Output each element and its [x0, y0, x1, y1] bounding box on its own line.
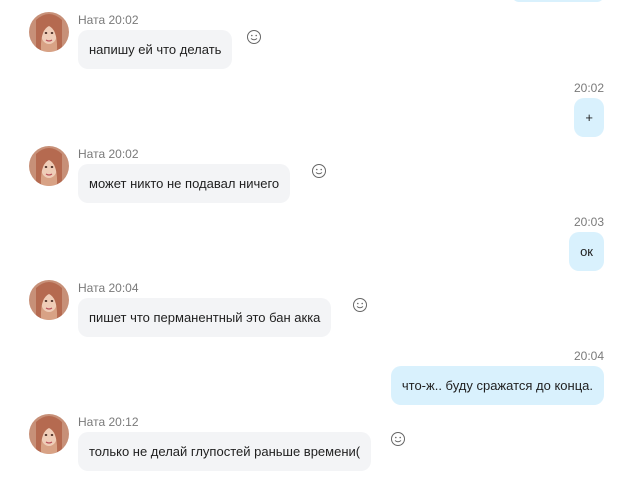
message-bubble: только не делай глупостей раньше времени… — [78, 432, 372, 471]
message-bubble: пишет что перманентный это бан акка — [78, 298, 332, 337]
message-time: 20:02 — [573, 81, 604, 95]
avatar-photo — [29, 146, 69, 186]
message-text: напишу ей что делать — [89, 42, 222, 57]
avatar[interactable] — [29, 414, 69, 454]
outgoing-bubble-partial — [512, 0, 604, 2]
chat-view: Ната 20:02 напишу ей что делать 20:02 + — [0, 0, 622, 472]
avatar-photo — [29, 414, 69, 454]
message-time: 20:03 — [573, 215, 604, 229]
smiley-face-icon[interactable] — [390, 431, 406, 447]
message-text: + — [585, 110, 593, 125]
outgoing-message: 20:04 что-ж.. буду сражатся до конца. — [364, 349, 604, 419]
avatar[interactable] — [29, 280, 69, 320]
message-time: 20:02 — [108, 13, 139, 27]
message-text: что-ж.. буду сражатся до конца. — [401, 378, 593, 393]
message-text: может никто не подавал ничего — [89, 176, 280, 191]
avatar-photo — [29, 12, 69, 52]
message-meta: Ната 20:02 — [78, 13, 139, 27]
message-time: 20:04 — [108, 281, 139, 295]
message-text: только не делай глупостей раньше времени… — [89, 444, 361, 459]
outgoing-message: 20:03 ок — [554, 215, 604, 285]
avatar[interactable] — [29, 146, 69, 186]
sender-name: Ната — [78, 147, 106, 161]
incoming-message: Ната 20:04 пишет что перманентный это ба… — [0, 280, 600, 360]
message-time: 20:02 — [108, 147, 139, 161]
message-bubble: что-ж.. буду сражатся до конца. — [390, 366, 604, 405]
sender-name: Ната — [78, 415, 106, 429]
outgoing-message: 20:02 + — [564, 81, 604, 151]
message-meta: Ната 20:02 — [78, 147, 139, 161]
message-meta: Ната 20:04 — [78, 281, 139, 295]
avatar-photo — [29, 280, 69, 320]
incoming-message: Ната 20:02 может никто не подавал ничего — [0, 146, 600, 226]
incoming-message: Ната 20:02 напишу ей что делать — [0, 12, 600, 92]
incoming-message: Ната 20:12 только не делай глупостей ран… — [0, 414, 600, 494]
message-time: 20:12 — [108, 415, 139, 429]
message-bubble: ок — [569, 232, 604, 271]
message-time: 20:04 — [573, 349, 604, 363]
message-text: пишет что перманентный это бан акка — [89, 310, 321, 325]
smiley-face-icon[interactable] — [311, 163, 327, 179]
sender-name: Ната — [78, 281, 106, 295]
message-meta: Ната 20:12 — [78, 415, 139, 429]
message-bubble: напишу ей что делать — [78, 30, 233, 69]
message-text: ок — [580, 244, 593, 259]
smiley-face-icon[interactable] — [246, 29, 262, 45]
more-vertical-icon[interactable]: ⋮ — [616, 418, 622, 434]
message-bubble: может никто не подавал ничего — [78, 164, 291, 203]
smiley-face-icon[interactable] — [352, 297, 368, 313]
avatar[interactable] — [29, 12, 69, 52]
message-bubble: + — [574, 98, 604, 137]
sender-name: Ната — [78, 13, 106, 27]
